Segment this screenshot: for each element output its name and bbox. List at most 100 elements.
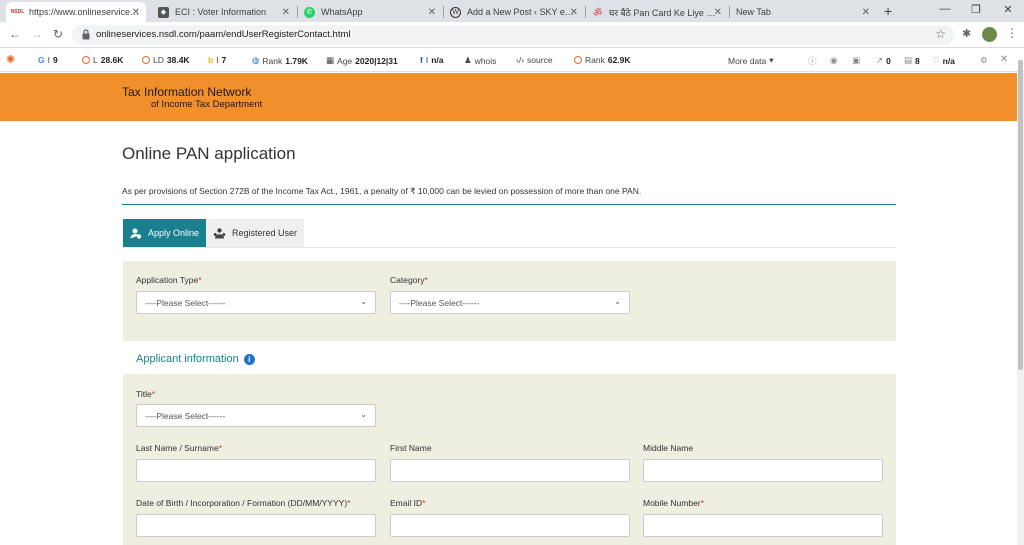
close-icon[interactable]: ✕ bbox=[570, 7, 578, 18]
first-name-input[interactable] bbox=[390, 459, 630, 482]
person-icon: ♟ bbox=[464, 55, 472, 65]
bookmark-star-icon[interactable]: ☆ bbox=[935, 27, 946, 41]
chevron-down-icon: ▾ bbox=[769, 55, 774, 65]
whatsapp-icon: ✆ bbox=[304, 6, 315, 18]
tab-title: Add a New Post ‹ SKY edu C bbox=[467, 7, 578, 17]
page-title: Online PAN application bbox=[122, 144, 296, 163]
semrush-icon bbox=[142, 56, 150, 64]
seo-toolbar: ✺ G I 9 L 28.6K LD 38.4K b I 7 ◍ Rank 1.… bbox=[0, 49, 1024, 72]
application-type-label: Application Type* bbox=[136, 275, 202, 285]
seo-rank2[interactable]: Rank 62.9K bbox=[574, 55, 631, 65]
close-icon[interactable]: ✕ bbox=[714, 7, 722, 18]
category-select[interactable]: ----Please Select------ ⌄ bbox=[390, 291, 630, 314]
title-label: Title* bbox=[136, 389, 156, 399]
first-name-label: First Name bbox=[390, 443, 432, 453]
tab-title: WhatsApp bbox=[321, 7, 363, 17]
tab-apply-label: Apply Online bbox=[147, 228, 200, 238]
seo-google-index[interactable]: G I 9 bbox=[38, 55, 58, 65]
email-label: Email ID* bbox=[390, 498, 426, 508]
wordpress-icon: W bbox=[450, 6, 461, 18]
chevron-down-icon: ⌄ bbox=[614, 297, 621, 306]
seo-facebook[interactable]: f I n/a bbox=[420, 55, 444, 65]
tab-new[interactable]: New Tab ✕ bbox=[730, 2, 876, 22]
tab-registered-user[interactable]: Registered User bbox=[206, 219, 304, 247]
seo-age[interactable]: ▦ Age 2020|12|31 bbox=[326, 55, 398, 66]
tab-registered-label: Registered User bbox=[231, 228, 298, 238]
address-bar-row: ← → ↻ onlineservices.nsdl.com/paam/endUs… bbox=[0, 22, 1024, 48]
last-name-input[interactable] bbox=[136, 459, 376, 482]
tab-title: घर बैठे Pan Card Ke Liye Onli bbox=[609, 7, 722, 18]
close-icon[interactable]: ✕ bbox=[282, 7, 290, 18]
calendar-icon: ▦ bbox=[326, 55, 335, 65]
tab-eci[interactable]: ◆ ECI : Voter Information ✕ bbox=[152, 2, 296, 22]
pages-count[interactable]: ▤ 8 bbox=[904, 55, 920, 66]
avatar[interactable] bbox=[982, 27, 997, 42]
more-data-dropdown[interactable]: More data ▾ bbox=[728, 55, 774, 66]
close-icon[interactable]: ✕ bbox=[862, 7, 870, 18]
window-close-icon[interactable]: ✕ bbox=[998, 3, 1018, 16]
application-type-select[interactable]: ----Please Select------ ⌄ bbox=[136, 291, 376, 314]
seoquake-icon[interactable]: ✺ bbox=[6, 53, 15, 66]
reload-icon[interactable]: ↻ bbox=[51, 27, 65, 41]
extensions-icon[interactable]: ✱ bbox=[962, 27, 971, 40]
code-icon: ‹/› bbox=[516, 55, 525, 65]
tab-whatsapp[interactable]: ✆ WhatsApp ✕ bbox=[298, 2, 442, 22]
seo-bing-index[interactable]: b I 7 bbox=[208, 55, 226, 65]
back-icon[interactable]: ← bbox=[8, 27, 22, 41]
last-name-label: Last Name / Surname* bbox=[136, 443, 222, 453]
seo-source[interactable]: ‹/› source bbox=[516, 55, 553, 65]
brand-subtitle: of Income Tax Department bbox=[151, 99, 263, 110]
settings-icon[interactable]: ⚙ bbox=[980, 55, 988, 66]
url-text: onlineservices.nsdl.com/paam/endUserRegi… bbox=[96, 29, 351, 40]
forward-icon[interactable]: → bbox=[30, 27, 44, 41]
dob-input[interactable] bbox=[136, 514, 376, 537]
seo-rank[interactable]: ◍ Rank 1.79K bbox=[252, 55, 308, 66]
applicant-info-heading: Applicant information i bbox=[136, 353, 255, 365]
tab-title: https://www.onlineservices.n bbox=[29, 7, 140, 17]
close-icon[interactable]: ✕ bbox=[132, 7, 140, 18]
density-icon[interactable]: ◉ bbox=[830, 55, 837, 66]
semrush-icon bbox=[82, 56, 90, 64]
tab-apply-online[interactable]: Apply Online bbox=[123, 219, 206, 247]
tab-wordpress[interactable]: W Add a New Post ‹ SKY edu C ✕ bbox=[444, 2, 584, 22]
chevron-down-icon: ⌄ bbox=[360, 410, 367, 419]
mobile-input[interactable] bbox=[643, 514, 883, 537]
close-toolbar-icon[interactable]: ✕ bbox=[1000, 54, 1008, 65]
tab-strip: NSDL https://www.onlineservices.n ✕ ◆ EC… bbox=[0, 0, 1024, 22]
tab-pan-card[interactable]: ॐ घर बैठे Pan Card Ke Liye Onli ✕ bbox=[586, 2, 728, 22]
new-tab-button[interactable]: + bbox=[884, 3, 892, 19]
external-link-icon: ↗ bbox=[876, 55, 884, 65]
seo-linking-domains[interactable]: LD 38.4K bbox=[142, 55, 190, 65]
info-icon[interactable]: i bbox=[243, 353, 255, 365]
menu-icon[interactable]: ⋮ bbox=[1006, 26, 1018, 40]
email-field[interactable] bbox=[390, 514, 630, 537]
middle-name-input[interactable] bbox=[643, 459, 883, 482]
tab-title: New Tab bbox=[736, 7, 771, 17]
scrollbar-thumb[interactable] bbox=[1018, 60, 1023, 370]
title-select[interactable]: ----Please Select------ ⌄ bbox=[136, 404, 376, 427]
restore-icon[interactable]: ❐ bbox=[966, 3, 986, 16]
social-count[interactable]: ♡ n/a bbox=[932, 55, 955, 66]
user-add-icon bbox=[130, 228, 142, 239]
tab-nsdl[interactable]: NSDL https://www.onlineservices.n ✕ bbox=[6, 2, 146, 22]
close-icon[interactable]: ✕ bbox=[428, 7, 436, 18]
external-links[interactable]: ↗ 0 bbox=[876, 55, 891, 66]
lock-icon bbox=[82, 29, 90, 40]
minimize-icon[interactable]: — bbox=[935, 3, 955, 15]
url-input[interactable]: onlineservices.nsdl.com/paam/endUserRegi… bbox=[72, 25, 954, 45]
page-icon: ▤ bbox=[904, 55, 913, 65]
info-icon[interactable]: ⓘ bbox=[808, 55, 817, 67]
alexa-icon: ◍ bbox=[252, 55, 260, 65]
google-icon: G bbox=[38, 55, 45, 65]
dob-label: Date of Birth / Incorporation / Formatio… bbox=[136, 498, 351, 508]
category-label: Category* bbox=[390, 275, 428, 285]
facebook-icon: f bbox=[420, 55, 423, 65]
penalty-notice: As per provisions of Section 272B of the… bbox=[122, 186, 642, 196]
diagnosis-icon[interactable]: ▣ bbox=[852, 55, 860, 66]
chevron-down-icon: ⌄ bbox=[360, 297, 367, 306]
seo-links[interactable]: L 28.6K bbox=[82, 55, 123, 65]
tab-divider bbox=[123, 247, 896, 248]
users-icon bbox=[213, 227, 226, 238]
eci-icon: ◆ bbox=[158, 6, 169, 18]
seo-whois[interactable]: ♟ whois bbox=[464, 55, 496, 66]
